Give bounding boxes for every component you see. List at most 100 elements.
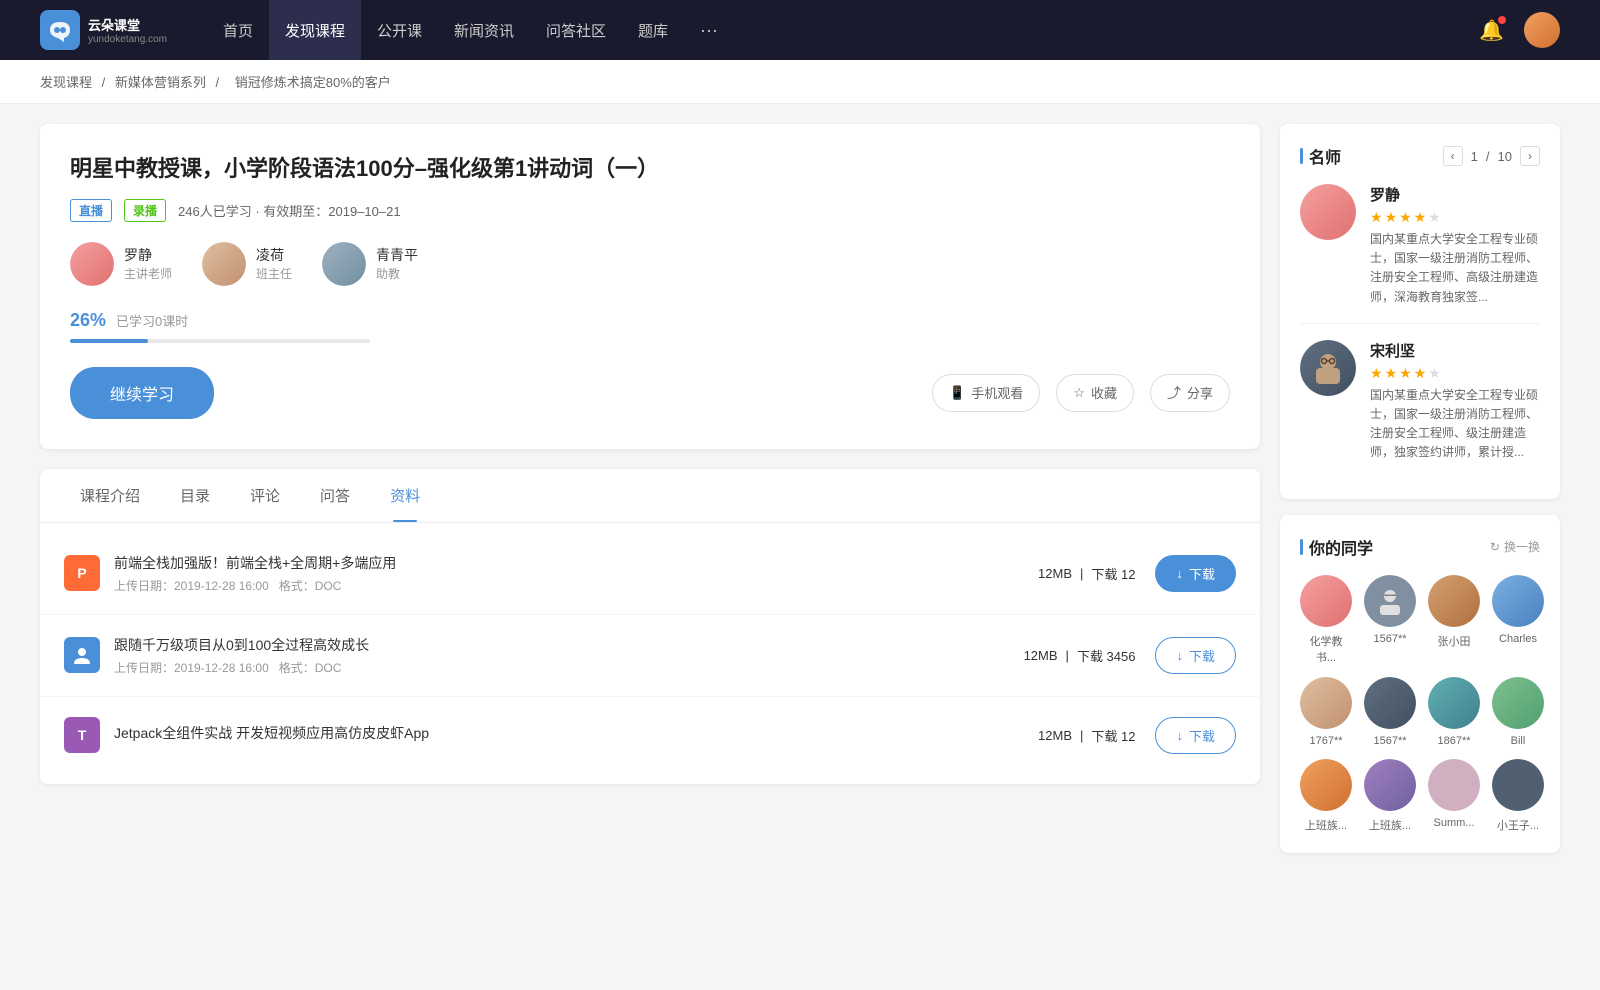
download-button-0[interactable]: ↓ 下载: [1155, 555, 1236, 592]
resource-item-0: P 前端全栈加强版！前端全栈+全周期+多端应用 上传日期：2019-12-28 …: [40, 533, 1260, 615]
resource-item-1: 跟随千万级项目从0到100全过程高效成长 上传日期：2019-12-28 16:…: [40, 615, 1260, 697]
teachers-list: 罗静 主讲老师 凌荷 班主任: [70, 242, 1230, 286]
breadcrumb-sep1: /: [102, 75, 106, 90]
classmate-0[interactable]: 化学教书...: [1300, 575, 1352, 665]
resource-list: P 前端全栈加强版！前端全栈+全周期+多端应用 上传日期：2019-12-28 …: [40, 523, 1260, 784]
progress-pct: 26%: [70, 310, 106, 331]
resource-title-2: Jetpack全组件实战 开发短视频应用高仿皮皮虾App: [114, 723, 1038, 743]
share-button[interactable]: ⤴ 分享: [1150, 374, 1230, 412]
teacher-0-avatar: [70, 242, 114, 286]
nav-discover[interactable]: 发现课程: [269, 0, 361, 60]
progress-bar-fill: [70, 339, 148, 343]
user-avatar[interactable]: [1524, 12, 1560, 48]
breadcrumb-sep2: /: [216, 75, 220, 90]
refresh-button[interactable]: ↻ 换一换: [1490, 538, 1540, 555]
logo[interactable]: 云朵课堂 yundoketang.com: [40, 10, 167, 50]
classmate-2-name: 张小田: [1438, 633, 1471, 649]
download-icon-2: ↓: [1176, 728, 1183, 743]
badge-rec: 录播: [124, 199, 166, 222]
tab-qa[interactable]: 问答: [300, 469, 370, 522]
classmate-4[interactable]: 1767**: [1300, 677, 1352, 747]
breadcrumb: 发现课程 / 新媒体营销系列 / 销冠修炼术搞定80%的客户: [0, 60, 1600, 104]
logo-sub: yundoketang.com: [88, 34, 167, 45]
breadcrumb-series[interactable]: 新媒体营销系列: [115, 75, 206, 90]
breadcrumb-current: 销冠修炼术搞定80%的客户: [235, 75, 391, 90]
course-card: 明星中教授课，小学阶段语法100分–强化级第1讲动词（一） 直播 录播 246人…: [40, 124, 1260, 449]
teacher-divider: [1300, 323, 1540, 324]
resource-info-2: Jetpack全组件实战 开发短视频应用高仿皮皮虾App: [114, 723, 1038, 747]
teachers-page-current: 1: [1471, 149, 1478, 164]
teacher-1-name: 凌荷: [256, 245, 292, 265]
resource-meta-0: 上传日期：2019-12-28 16:00 格式：DOC: [114, 577, 1038, 594]
classmate-9[interactable]: 上班族...: [1364, 759, 1416, 833]
nav-qa[interactable]: 问答社区: [530, 0, 622, 60]
classmate-11[interactable]: 小王子...: [1492, 759, 1544, 833]
mobile-watch-button[interactable]: 📱 手机观看: [932, 374, 1040, 412]
download-icon-0: ↓: [1176, 566, 1183, 581]
nav-news[interactable]: 新闻资讯: [438, 0, 530, 60]
logo-name: 云朵课堂: [88, 15, 167, 34]
nav-exam[interactable]: 题库: [622, 0, 684, 60]
sidebar-teacher-1-name: 宋利坚: [1370, 340, 1540, 361]
mobile-label: 手机观看: [971, 383, 1023, 402]
classmate-10[interactable]: Summ...: [1428, 759, 1480, 833]
course-actions: 继续学习 📱 手机观看 ☆ 收藏 ⤴ 分享: [70, 367, 1230, 419]
resource-item-2: T Jetpack全组件实战 开发短视频应用高仿皮皮虾App 12MB | 下载…: [40, 697, 1260, 774]
collect-button[interactable]: ☆ 收藏: [1056, 374, 1134, 412]
classmates-sidebar-card: 你的同学 ↻ 换一换 化学教书...: [1280, 515, 1560, 853]
header-right: 🔔: [1479, 12, 1560, 48]
classmate-5[interactable]: 1567**: [1364, 677, 1416, 747]
classmate-3[interactable]: Charles: [1492, 575, 1544, 665]
classmate-6-name: 1867**: [1437, 735, 1470, 747]
tab-review[interactable]: 评论: [230, 469, 300, 522]
teacher-2-role: 助教: [376, 265, 418, 282]
classmate-4-name: 1767**: [1309, 735, 1342, 747]
teacher-1: 凌荷 班主任: [202, 242, 292, 286]
nav-home[interactable]: 首页: [207, 0, 269, 60]
teacher-0: 罗静 主讲老师: [70, 242, 172, 286]
classmate-10-name: Summ...: [1434, 817, 1475, 829]
teacher-2-avatar: [322, 242, 366, 286]
download-button-2[interactable]: ↓ 下载: [1155, 717, 1236, 754]
teachers-pagination: ‹ 1 / 10 ›: [1443, 146, 1540, 166]
teachers-prev-button[interactable]: ‹: [1443, 146, 1463, 166]
classmate-11-name: 小王子...: [1497, 817, 1539, 833]
sidebar-teacher-1-stars: ★★★★★: [1370, 365, 1540, 382]
resource-meta-1: 上传日期：2019-12-28 16:00 格式：DOC: [114, 659, 1024, 676]
classmate-0-name: 化学教书...: [1300, 633, 1352, 665]
teachers-sidebar-card: 名师 ‹ 1 / 10 › 罗静 ★★★★★: [1280, 124, 1560, 499]
resource-info-0: 前端全栈加强版！前端全栈+全周期+多端应用 上传日期：2019-12-28 16…: [114, 553, 1038, 594]
resource-icon-0: P: [64, 555, 100, 591]
resource-icon-1: [64, 637, 100, 673]
nav-more[interactable]: ···: [684, 0, 734, 60]
classmate-2[interactable]: 张小田: [1428, 575, 1480, 665]
classmate-1[interactable]: 1567**: [1364, 575, 1416, 665]
classmates-grid: 化学教书... 1567** 张小田 C: [1300, 575, 1540, 833]
sidebar-teacher-0: 罗静 ★★★★★ 国内某重点大学安全工程专业硕士，国家一级注册消防工程师、注册安…: [1300, 184, 1540, 307]
collect-icon: ☆: [1073, 385, 1085, 401]
sidebar-teacher-0-stars: ★★★★★: [1370, 209, 1540, 226]
classmate-8[interactable]: 上班族...: [1300, 759, 1352, 833]
sidebar-teacher-0-avatar: [1300, 184, 1356, 240]
tab-resources[interactable]: 资料: [370, 469, 440, 522]
sidebar-teacher-1-desc: 国内某重点大学安全工程专业硕士，国家一级注册消防工程师、注册安全工程师、级注册建…: [1370, 386, 1540, 463]
progress-desc: 已学习0课时: [116, 311, 188, 330]
teacher-0-name: 罗静: [124, 245, 172, 265]
classmate-7[interactable]: Bill: [1492, 677, 1544, 747]
continue-button[interactable]: 继续学习: [70, 367, 214, 419]
tab-intro[interactable]: 课程介绍: [60, 469, 160, 522]
bell-button[interactable]: 🔔: [1479, 18, 1504, 43]
download-button-1[interactable]: ↓ 下载: [1155, 637, 1236, 674]
teachers-next-button[interactable]: ›: [1520, 146, 1540, 166]
download-label-0: 下载: [1189, 564, 1215, 583]
classmate-3-name: Charles: [1499, 633, 1537, 645]
sidebar-teacher-0-name: 罗静: [1370, 184, 1540, 205]
breadcrumb-discover[interactable]: 发现课程: [40, 75, 92, 90]
tab-catalog[interactable]: 目录: [160, 469, 230, 522]
nav-public[interactable]: 公开课: [361, 0, 438, 60]
resource-stats-0: 12MB | 下载 12: [1038, 564, 1135, 583]
classmate-6[interactable]: 1867**: [1428, 677, 1480, 747]
main-nav: 首页 发现课程 公开课 新闻资讯 问答社区 题库 ···: [207, 0, 734, 60]
tabs-header: 课程介绍 目录 评论 问答 资料: [40, 469, 1260, 523]
avatar-image: [1524, 12, 1560, 48]
